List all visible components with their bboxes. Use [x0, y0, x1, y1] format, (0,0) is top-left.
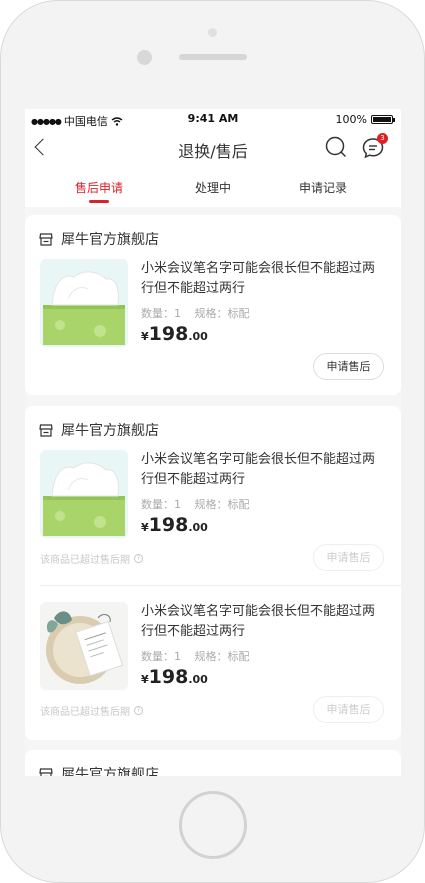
product-thumbnail	[40, 450, 128, 538]
product-price: ¥198.00	[141, 323, 208, 345]
battery-level	[373, 117, 391, 122]
order-card: 犀牛官方旗舰店 小米会议笔名字可能会很长但不能超过两行但不能超过两行 数量：1 …	[25, 406, 401, 740]
price-decimal: .00	[188, 673, 208, 686]
price-currency: ¥	[141, 330, 149, 343]
product-price: ¥198.00	[141, 666, 208, 688]
shop-name: 犀牛官方旗舰店	[61, 423, 159, 439]
product-price: ¥198.00	[141, 514, 208, 536]
expired-text: 该商品已超过售后期	[40, 707, 130, 718]
product-quantity: 数量：1	[141, 650, 181, 663]
status-bar: ●●●●● 中国电信 9:41 AM 100%	[25, 109, 401, 129]
battery-icon	[371, 115, 395, 124]
price-decimal: .00	[188, 521, 208, 534]
phone-frame: ●●●●● 中国电信 9:41 AM 100% 退换/售后 3 售后申请 处理中…	[0, 0, 425, 883]
price-integer: 198	[148, 514, 189, 536]
apply-after-sale-button[interactable]: 申请售后	[313, 353, 384, 380]
price-integer: 198	[148, 666, 189, 688]
shop-header: 犀牛官方旗舰店	[39, 420, 159, 440]
product-title: 小米会议笔名字可能会很长但不能超过两行但不能超过两行	[141, 261, 376, 296]
front-camera	[137, 50, 152, 65]
gift-card-image	[40, 602, 128, 690]
product-spec: 规格：标配	[194, 650, 250, 663]
front-sensor	[208, 28, 217, 37]
help-icon[interactable]: ?	[134, 706, 143, 715]
home-button[interactable]	[179, 791, 247, 859]
product-meta: 数量：1 规格：标配	[141, 648, 250, 664]
product-spec: 规格：标配	[194, 498, 250, 511]
navigation-bar: 退换/售后 3	[25, 129, 401, 167]
product-quantity: 数量：1	[141, 498, 181, 511]
apply-after-sale-button-disabled[interactable]: 申请售后	[313, 544, 384, 571]
tissue-box-image	[40, 450, 128, 538]
tab-bar: 售后申请 处理中 申请记录	[25, 167, 401, 207]
battery-percent: 100%	[335, 113, 367, 126]
product-meta: 数量：1 规格：标配	[141, 496, 250, 512]
order-card: 犀牛官方旗舰店 小米会议笔名字可能会很长但不能超过两行但不能超过两行 数量：1 …	[25, 215, 401, 395]
price-currency: ¥	[141, 673, 149, 686]
tissue-box-image	[40, 259, 128, 347]
price-integer: 198	[148, 323, 189, 345]
earpiece-speaker	[179, 54, 247, 60]
store-icon	[39, 232, 53, 246]
help-icon[interactable]: ?	[134, 554, 143, 563]
product-meta: 数量：1 规格：标配	[141, 305, 250, 321]
shop-name: 犀牛官方旗舰店	[61, 767, 159, 776]
tab-after-sale-apply[interactable]: 售后申请	[49, 179, 149, 196]
price-currency: ¥	[141, 521, 149, 534]
expired-text: 该商品已超过售后期	[40, 555, 130, 566]
product-title: 小米会议笔名字可能会很长但不能超过两行但不能超过两行	[141, 452, 376, 487]
shop-header: 犀牛官方旗舰店	[39, 764, 159, 776]
order-card: 犀牛官方旗舰店	[25, 750, 401, 776]
item-divider	[40, 585, 401, 586]
product-quantity: 数量：1	[141, 307, 181, 320]
status-right: 100%	[335, 113, 395, 126]
store-icon	[39, 423, 53, 437]
expired-notice: 该商品已超过售后期 ?	[40, 551, 143, 566]
search-icon[interactable]	[325, 136, 347, 158]
store-icon	[39, 767, 53, 776]
product-thumbnail	[40, 259, 128, 347]
expired-notice: 该商品已超过售后期 ?	[40, 703, 143, 718]
price-decimal: .00	[188, 330, 208, 343]
product-spec: 规格：标配	[194, 307, 250, 320]
shop-header: 犀牛官方旗舰店	[39, 229, 159, 249]
shop-name: 犀牛官方旗舰店	[61, 232, 159, 248]
app-screen: ●●●●● 中国电信 9:41 AM 100% 退换/售后 3 售后申请 处理中…	[25, 109, 401, 776]
product-title: 小米会议笔名字可能会很长但不能超过两行但不能超过两行	[141, 604, 376, 639]
tab-processing[interactable]: 处理中	[163, 179, 263, 196]
message-badge: 3	[377, 133, 388, 144]
apply-after-sale-button-disabled[interactable]: 申请售后	[313, 696, 384, 723]
product-thumbnail	[40, 602, 128, 690]
active-tab-indicator	[89, 200, 109, 203]
tab-apply-records[interactable]: 申请记录	[273, 179, 373, 196]
